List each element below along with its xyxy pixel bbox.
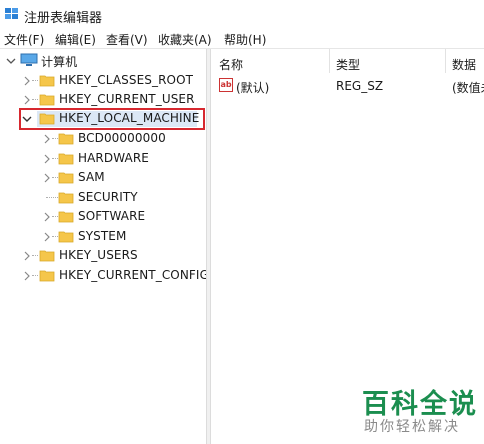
tree-node-hkcc[interactable]: HKEY_CURRENT_CONFIG [0, 267, 209, 285]
chevron-right-icon[interactable] [42, 154, 52, 164]
menu-file[interactable]: 文件(F) [4, 31, 44, 48]
chevron-right-icon[interactable] [22, 271, 32, 281]
tree-label: 计算机 [41, 55, 78, 69]
tree-label: BCD00000000 [78, 131, 166, 145]
folder-icon [39, 94, 55, 106]
chevron-down-icon[interactable] [22, 114, 32, 124]
title-bar: 注册表编辑器 [0, 0, 484, 28]
chevron-down-icon[interactable] [6, 56, 16, 66]
column-divider[interactable] [329, 49, 330, 73]
menu-bar: 文件(F) 编辑(E) 查看(V) 收藏夹(A) 帮助(H) [0, 30, 484, 48]
tree-label: SYSTEM [78, 229, 127, 243]
tree-label: HKEY_CURRENT_USER [59, 92, 195, 106]
chevron-right-icon[interactable] [22, 95, 32, 105]
column-divider[interactable] [445, 49, 446, 73]
tree-node-hkcu[interactable]: HKEY_CURRENT_USER [0, 91, 206, 109]
tree-node-hklm[interactable]: HKEY_LOCAL_MACHINE [0, 110, 206, 128]
tree-label: HKEY_CURRENT_CONFIG [59, 268, 209, 282]
window-title: 注册表编辑器 [24, 11, 103, 26]
menu-view[interactable]: 查看(V) [106, 31, 148, 48]
tree-node-hku[interactable]: HKEY_USERS [0, 247, 206, 265]
folder-icon [58, 231, 74, 243]
value-data: (数值未 [452, 81, 484, 95]
watermark-subtitle: 助你轻松解决 [364, 419, 460, 435]
tree-connector [32, 80, 38, 82]
tree-node-system[interactable]: SYSTEM [0, 228, 206, 246]
chevron-right-icon[interactable] [42, 212, 52, 222]
regedit-icon [5, 8, 18, 19]
column-header-data[interactable]: 数据 [452, 56, 476, 73]
chevron-right-icon[interactable] [22, 251, 32, 261]
chevron-right-icon[interactable] [42, 232, 52, 242]
tree-label: SOFTWARE [78, 209, 146, 223]
string-value-icon: ab [219, 78, 233, 92]
chevron-right-icon[interactable] [22, 76, 32, 86]
menu-favorites[interactable]: 收藏夹(A) [158, 31, 212, 48]
tree-node-security[interactable]: SECURITY [0, 189, 206, 207]
folder-icon [58, 153, 74, 165]
tree-connector [32, 255, 38, 257]
folder-icon [39, 75, 55, 87]
tree-node-bcd[interactable]: BCD00000000 [0, 130, 206, 148]
tree-node-software[interactable]: SOFTWARE [0, 208, 206, 226]
chevron-right-icon[interactable] [42, 134, 52, 144]
tree-node-computer[interactable]: 计算机 [0, 52, 200, 70]
chevron-right-icon[interactable] [42, 173, 52, 183]
tree-label: HKEY_USERS [59, 248, 138, 262]
tree-label: HARDWARE [78, 151, 149, 165]
tree-node-hkcr[interactable]: HKEY_CLASSES_ROOT [0, 72, 206, 90]
folder-icon [58, 192, 74, 204]
tree-label-selected: HKEY_LOCAL_MACHINE [59, 111, 200, 125]
tree-label: SAM [78, 170, 105, 184]
computer-icon [20, 53, 38, 66]
tree-node-hardware[interactable]: HARDWARE [0, 150, 206, 168]
folder-icon [58, 211, 74, 223]
tree-connector [46, 197, 58, 199]
menu-help[interactable]: 帮助(H) [224, 31, 266, 48]
folder-icon [39, 250, 55, 262]
watermark: 百科全说 助你轻松解决 [334, 382, 484, 444]
folder-icon [39, 270, 55, 282]
value-name[interactable]: (默认) [236, 79, 269, 96]
folder-icon [58, 172, 74, 184]
tree-node-sam[interactable]: SAM [0, 169, 206, 187]
tree-connector [32, 99, 38, 101]
column-header-type[interactable]: 类型 [336, 56, 360, 73]
menu-edit[interactable]: 编辑(E) [55, 31, 96, 48]
value-type: REG_SZ [336, 79, 384, 93]
column-header-name[interactable]: 名称 [219, 56, 243, 73]
tree-connector [32, 275, 38, 277]
folder-open-icon [39, 113, 55, 125]
folder-icon [58, 133, 74, 145]
tree-label: SECURITY [78, 190, 138, 204]
tree-label: HKEY_CLASSES_ROOT [59, 73, 194, 87]
